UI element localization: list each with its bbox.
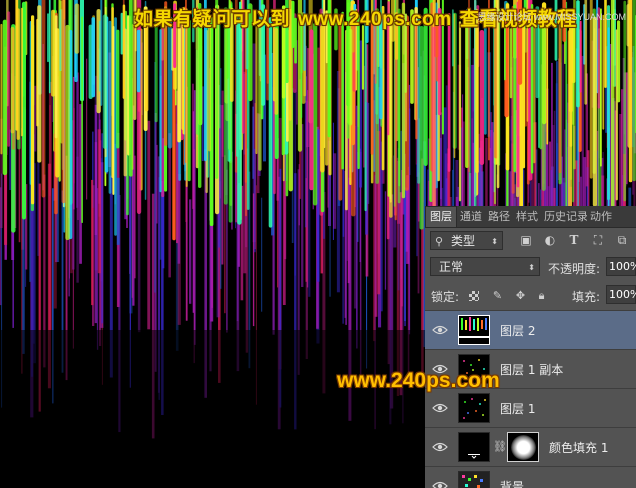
layer-row-color-fill-1[interactable]: ⛓︎ 颜色填充 1 — [425, 427, 636, 466]
layer-thumbnail — [458, 393, 490, 423]
blend-mode-value: 正常 — [439, 260, 464, 274]
mid-watermark: www.240ps.com — [337, 369, 500, 392]
lock-position-icon[interactable]: ✥ — [514, 289, 527, 302]
layer-mask-thumbnail[interactable] — [507, 432, 539, 462]
chevron-updown-icon: ⬍ — [528, 263, 535, 272]
eye-icon[interactable] — [432, 440, 448, 454]
layer-name[interactable]: 背景 — [500, 478, 524, 488]
fill-label: 填充: — [572, 290, 601, 304]
tab-actions[interactable]: 动作 — [587, 207, 615, 227]
smart-object-filter-icon[interactable]: ⧉ — [615, 233, 629, 247]
layer-name[interactable]: 图层 2 — [500, 322, 535, 339]
image-filter-icon[interactable]: ▣ — [519, 233, 533, 247]
adjustment-filter-icon[interactable]: ◐ — [543, 233, 557, 247]
title-url: www.240ps.com — [298, 9, 452, 30]
lock-all-icon[interactable]: 🔒︎ — [535, 289, 548, 302]
search-icon: ⚲ — [435, 235, 444, 248]
link-icon[interactable]: ⛓︎ — [493, 440, 507, 453]
opacity-input[interactable]: 100% — [606, 257, 636, 276]
lock-image-icon[interactable]: ✎ — [491, 289, 504, 302]
corner-watermark: 思缘设计论坛 www.MISSYUAN.COM — [477, 12, 626, 22]
layer-row-background[interactable]: 背景 — [425, 466, 636, 488]
tab-styles[interactable]: 样式 — [513, 207, 541, 227]
eye-icon[interactable] — [432, 401, 448, 415]
layer-filter-dropdown[interactable]: ⚲ 类型 ⬍ — [430, 231, 503, 250]
eye-icon[interactable] — [432, 323, 448, 337]
fill-thumbnail — [458, 432, 490, 462]
title-cn-part-1: 如果有疑问可以到 — [134, 8, 291, 30]
layer-name[interactable]: 图层 1 副本 — [500, 361, 563, 378]
layers-panel: 图层 通道 路径 样式 历史记录 动作 ⚲ 类型 ⬍ ▣ ◐ T ⛶ ⧉ 正常 … — [425, 206, 636, 488]
shape-filter-icon[interactable]: ⛶ — [591, 233, 605, 247]
opacity-label: 不透明度: — [548, 262, 601, 276]
lock-transparent-icon[interactable] — [469, 291, 479, 301]
tab-channels[interactable]: 通道 — [457, 207, 485, 227]
lock-label: 锁定: — [431, 290, 460, 304]
layer-row-layer-2[interactable]: 图层 2 — [425, 310, 636, 349]
filter-kind-label: 类型 — [451, 234, 476, 248]
chevron-updown-icon: ⬍ — [491, 237, 498, 246]
layer-thumbnail — [458, 315, 490, 345]
layer-row-layer-1[interactable]: 图层 1 — [425, 388, 636, 427]
layer-name[interactable]: 图层 1 — [500, 400, 535, 417]
type-filter-icon[interactable]: T — [567, 233, 581, 247]
fill-input[interactable]: 100% — [606, 285, 636, 304]
tab-layers[interactable]: 图层 — [425, 206, 457, 227]
eye-icon[interactable] — [432, 479, 448, 488]
tab-paths[interactable]: 路径 — [485, 207, 513, 227]
layer-name[interactable]: 颜色填充 1 — [549, 439, 608, 456]
tab-history[interactable]: 历史记录 — [541, 207, 587, 227]
layer-thumbnail — [458, 471, 490, 488]
blend-mode-dropdown[interactable]: 正常 ⬍ — [430, 257, 540, 276]
panel-tab-bar: 图层 通道 路径 样式 历史记录 动作 — [425, 206, 636, 228]
